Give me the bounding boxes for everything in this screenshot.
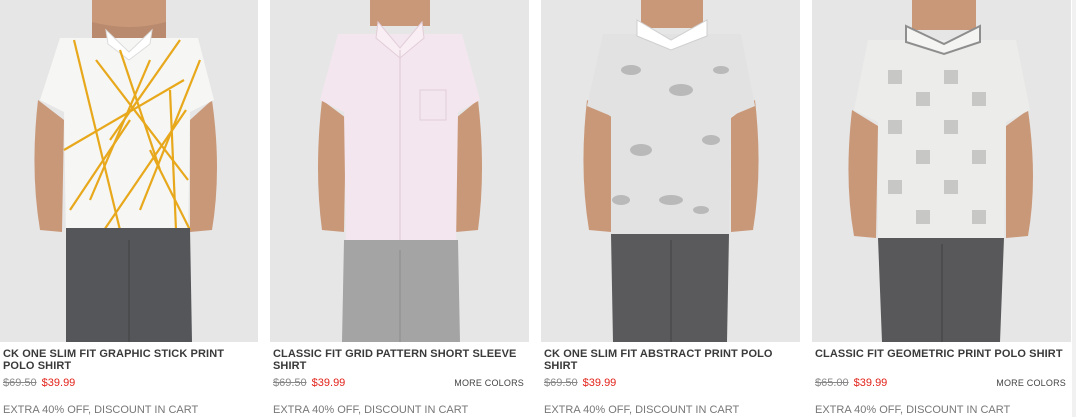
product-image[interactable] (270, 0, 529, 342)
product-card[interactable]: CLASSIC FIT GEOMETRIC PRINT POLO SHIRT $… (812, 0, 1071, 417)
product-name-link[interactable]: CLASSIC FIT GRID PATTERN SHORT SLEEVE SH… (273, 348, 523, 372)
more-colors-link[interactable]: MORE COLORS (454, 378, 524, 388)
product-name-link[interactable]: CK ONE SLIM FIT GRAPHIC STICK PRINT POLO… (3, 348, 253, 372)
original-price: $69.50 (3, 377, 37, 389)
product-prices: $65.00 $39.99 (815, 377, 887, 389)
sale-price: $39.99 (41, 377, 76, 389)
original-price: $69.50 (273, 377, 307, 389)
product-name-link[interactable]: CLASSIC FIT GEOMETRIC PRINT POLO SHIRT (815, 348, 1065, 360)
more-colors-link[interactable]: MORE COLORS (996, 378, 1066, 388)
product-card[interactable]: CK ONE SLIM FIT GRAPHIC STICK PRINT POLO… (0, 0, 258, 417)
product-name-link[interactable]: CK ONE SLIM FIT ABSTRACT PRINT POLO SHIR… (544, 348, 794, 372)
promo-text: EXTRA 40% OFF, DISCOUNT IN CART (273, 404, 469, 416)
promo-text: EXTRA 40% OFF, DISCOUNT IN CART (544, 404, 740, 416)
product-image[interactable] (0, 0, 258, 342)
sale-price: $39.99 (311, 377, 346, 389)
product-image[interactable] (541, 0, 800, 342)
sale-price: $39.99 (582, 377, 617, 389)
promo-text: EXTRA 40% OFF, DISCOUNT IN CART (3, 404, 199, 416)
sale-price: $39.99 (853, 377, 888, 389)
promo-text: EXTRA 40% OFF, DISCOUNT IN CART (815, 404, 1011, 416)
product-prices: $69.50 $39.99 (544, 377, 616, 389)
product-grid: CK ONE SLIM FIT GRAPHIC STICK PRINT POLO… (0, 0, 1076, 417)
product-card[interactable]: CK ONE SLIM FIT ABSTRACT PRINT POLO SHIR… (541, 0, 800, 417)
original-price: $65.00 (815, 377, 849, 389)
product-image[interactable] (812, 0, 1071, 342)
product-card[interactable]: CLASSIC FIT GRID PATTERN SHORT SLEEVE SH… (270, 0, 529, 417)
page-scrollbar[interactable] (1072, 0, 1076, 417)
original-price: $69.50 (544, 377, 578, 389)
product-prices: $69.50 $39.99 (273, 377, 345, 389)
product-prices: $69.50 $39.99 (3, 377, 75, 389)
